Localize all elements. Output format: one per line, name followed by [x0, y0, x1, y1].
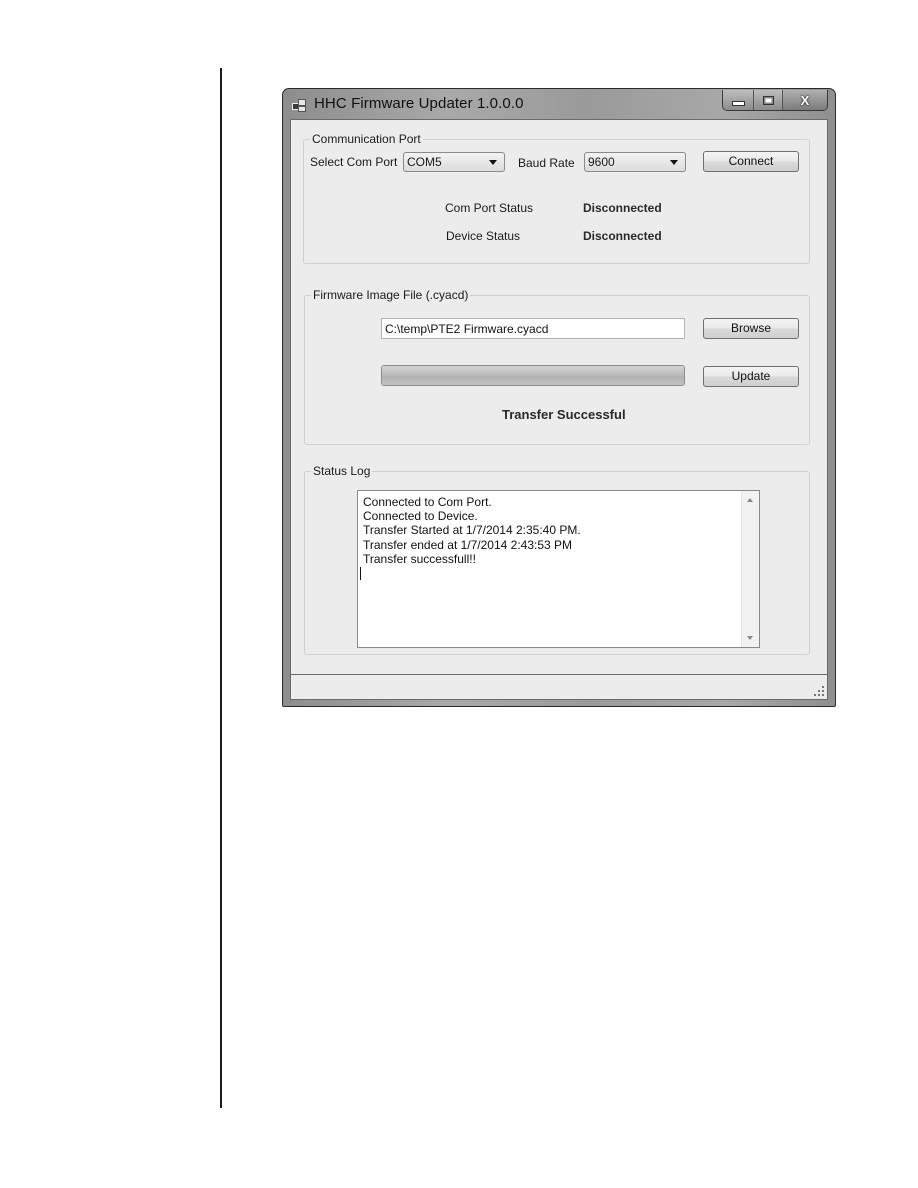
status-log-legend: Status Log [311, 464, 373, 478]
scroll-up-arrow-icon[interactable] [747, 498, 753, 502]
chevron-down-icon [670, 160, 678, 165]
firmware-file-path-input[interactable]: C:\temp\PTE2 Firmware.cyacd [381, 318, 685, 339]
status-log-line: Transfer ended at 1/7/2014 2:43:53 PM [363, 537, 573, 552]
app-network-icon [292, 99, 306, 112]
communication-port-group: Communication Port Select Com Port COM5 … [303, 132, 810, 264]
page-margin-rule [220, 68, 222, 1108]
status-log-lines: Connected to Com Port. Connected to Devic… [360, 495, 581, 581]
status-log-line: Transfer successfull!! [363, 551, 476, 566]
status-log-group: Status Log Connected to Com Port. Connect… [304, 464, 810, 655]
update-button[interactable]: Update [703, 366, 799, 387]
maximize-icon [762, 95, 774, 105]
com-port-status-value: Disconnected [583, 201, 662, 215]
caption-buttons: X [722, 90, 828, 111]
communication-port-legend: Communication Port [310, 132, 423, 146]
select-com-port-label: Select Com Port [310, 155, 398, 169]
connect-button[interactable]: Connect [703, 151, 799, 172]
status-log-line: Connected to Device. [363, 509, 478, 524]
status-log-line: Connected to Com Port. [363, 495, 492, 509]
browse-button[interactable]: Browse [703, 318, 799, 339]
progress-fill [382, 366, 684, 385]
minimize-button[interactable] [723, 90, 754, 110]
status-bar [291, 674, 827, 699]
chevron-down-icon [489, 160, 497, 165]
close-icon: X [800, 92, 810, 108]
device-status-value: Disconnected [583, 229, 662, 243]
status-log-line: Transfer Started at 1/7/2014 2:35:40 PM. [363, 523, 581, 538]
transfer-progress-bar [381, 365, 685, 386]
close-button[interactable]: X [783, 90, 827, 110]
maximize-button[interactable] [754, 90, 783, 110]
firmware-image-legend: Firmware Image File (.cyacd) [311, 288, 471, 302]
scroll-down-arrow-icon[interactable] [747, 636, 753, 640]
transfer-status-text: Transfer Successful [502, 407, 626, 422]
resize-grip-icon[interactable] [814, 686, 824, 696]
baud-rate-select[interactable]: 9600 [584, 152, 686, 172]
text-caret [360, 567, 361, 581]
firmware-updater-window: HHC Firmware Updater 1.0.0.0 X Communica… [282, 88, 836, 707]
com-port-select[interactable]: COM5 [403, 152, 505, 172]
title-bar[interactable]: HHC Firmware Updater 1.0.0.0 X [283, 89, 835, 119]
com-port-value: COM5 [407, 155, 442, 169]
firmware-image-group: Firmware Image File (.cyacd) C:\temp\PTE… [304, 288, 810, 445]
status-log-textarea[interactable]: Connected to Com Port. Connected to Devic… [357, 490, 760, 648]
baud-rate-value: 9600 [588, 155, 615, 169]
status-log-scrollbar[interactable] [741, 491, 759, 647]
com-port-status-label: Com Port Status [445, 201, 534, 215]
baud-rate-label: Baud Rate [518, 156, 575, 170]
minimize-icon [731, 100, 745, 106]
client-area: Communication Port Select Com Port COM5 … [290, 119, 828, 700]
window-title: HHC Firmware Updater 1.0.0.0 [314, 95, 524, 112]
device-status-label: Device Status [446, 229, 521, 243]
